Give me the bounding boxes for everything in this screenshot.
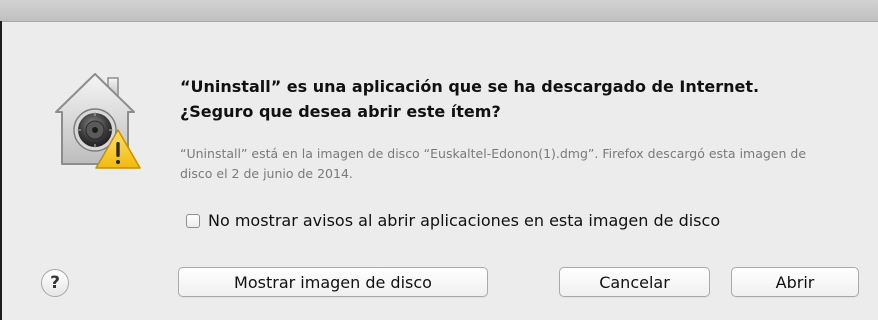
alert-headline: “Uninstall” es una aplicación que se ha …: [180, 77, 760, 121]
show-disk-image-button[interactable]: Mostrar imagen de disco: [178, 267, 488, 297]
open-button[interactable]: Abrir: [731, 267, 859, 297]
suppress-warnings-label[interactable]: No mostrar avisos al abrir aplicaciones …: [208, 211, 720, 230]
window-edge: [0, 21, 2, 320]
alert-informative-text: “Uninstall” está en la imagen de disco “…: [180, 146, 807, 181]
window-titlebar[interactable]: [0, 0, 878, 22]
security-alert-dialog: “Uninstall” es una aplicación que se ha …: [0, 0, 878, 320]
suppress-warnings-option[interactable]: No mostrar avisos al abrir aplicaciones …: [186, 211, 720, 230]
suppress-warnings-checkbox[interactable]: [186, 213, 200, 228]
cancel-button[interactable]: Cancelar: [559, 267, 710, 297]
help-button[interactable]: ?: [41, 269, 69, 297]
gatekeeper-security-icon: [55, 73, 141, 169]
